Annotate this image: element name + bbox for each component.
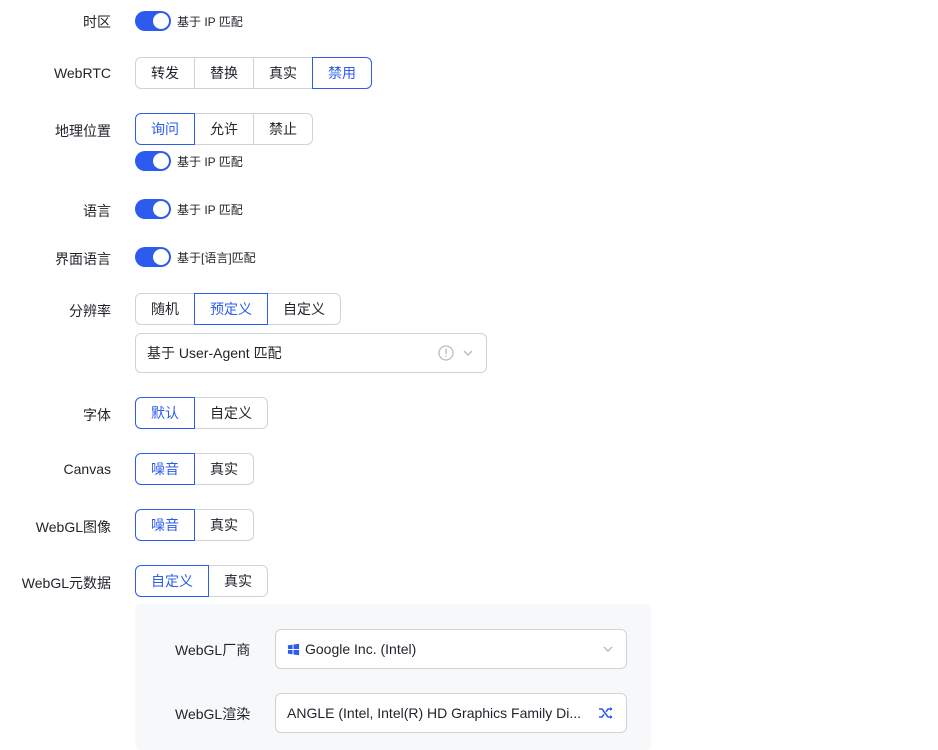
resolution-option-preset[interactable]: 预定义 — [194, 293, 268, 325]
webgl-image-row: WebGL图像 噪音 真实 — [0, 509, 938, 541]
canvas-option-noise[interactable]: 噪音 — [135, 453, 195, 485]
canvas-option-real[interactable]: 真实 — [194, 453, 254, 485]
resolution-select[interactable]: 基于 User-Agent 匹配 — [135, 333, 487, 373]
canvas-segmented: 噪音 真实 — [135, 453, 254, 485]
geolocation-label: 地理位置 — [55, 123, 111, 139]
ui-language-toggle[interactable] — [135, 247, 171, 267]
fonts-option-custom[interactable]: 自定义 — [194, 397, 268, 429]
timezone-toggle-text: 基于 IP 匹配 — [177, 14, 243, 29]
geolocation-toggle-text: 基于 IP 匹配 — [177, 154, 243, 169]
fingerprint-settings-form: 时区 基于 IP 匹配 WebRTC 转发 替换 真实 禁用 地理位置 询问 允… — [0, 0, 938, 750]
fonts-label: 字体 — [83, 407, 111, 423]
language-row: 语言 基于 IP 匹配 — [0, 199, 938, 221]
webgl-image-label: WebGL图像 — [35, 519, 111, 535]
webgl-vendor-value: Google Inc. (Intel) — [305, 641, 417, 657]
webgl-meta-option-custom[interactable]: 自定义 — [135, 565, 209, 597]
webrtc-row: WebRTC 转发 替换 真实 禁用 — [0, 57, 938, 89]
geolocation-row: 地理位置 询问 允许 禁止 基于 IP 匹配 — [0, 113, 938, 173]
shuffle-icon[interactable] — [598, 705, 614, 721]
fonts-option-default[interactable]: 默认 — [135, 397, 195, 429]
language-toggle-text: 基于 IP 匹配 — [177, 202, 243, 217]
webgl-meta-option-real[interactable]: 真实 — [208, 565, 268, 597]
webrtc-option-replace[interactable]: 替换 — [194, 57, 254, 89]
webgl-vendor-select[interactable]: Google Inc. (Intel) — [275, 629, 627, 669]
fonts-row: 字体 默认 自定义 — [0, 397, 938, 429]
resolution-option-custom[interactable]: 自定义 — [267, 293, 341, 325]
webrtc-option-disabled[interactable]: 禁用 — [312, 57, 372, 89]
resolution-row: 分辨率 随机 预定义 自定义 基于 User-Agent 匹配 — [0, 293, 938, 373]
geolocation-option-allow[interactable]: 允许 — [194, 113, 254, 145]
geolocation-option-ask[interactable]: 询问 — [135, 113, 195, 145]
webgl-vendor-label: WebGL厂商 — [175, 642, 251, 658]
timezone-row: 时区 基于 IP 匹配 — [0, 10, 938, 32]
windows-icon — [287, 643, 300, 655]
resolution-select-value: 基于 User-Agent 匹配 — [147, 345, 282, 361]
resolution-option-random[interactable]: 随机 — [135, 293, 195, 325]
info-icon[interactable] — [438, 345, 454, 361]
geolocation-segmented: 询问 允许 禁止 — [135, 113, 313, 145]
timezone-toggle[interactable] — [135, 11, 171, 31]
geolocation-toggle[interactable] — [135, 151, 171, 171]
webgl-image-option-real[interactable]: 真实 — [194, 509, 254, 541]
webgl-renderer-label: WebGL渲染 — [175, 706, 251, 722]
chevron-down-icon — [603, 646, 613, 652]
ui-language-row: 界面语言 基于[语言]匹配 — [0, 247, 938, 269]
ui-language-label: 界面语言 — [55, 251, 111, 267]
webgl-meta-row: WebGL元数据 自定义 真实 — [0, 565, 938, 597]
timezone-label: 时区 — [83, 14, 111, 30]
canvas-label: Canvas — [63, 461, 111, 477]
webrtc-segmented: 转发 替换 真实 禁用 — [135, 57, 372, 89]
webrtc-label: WebRTC — [53, 65, 111, 81]
webgl-meta-panel: WebGL厂商 Google Inc. (Intel) WebGL渲染 ANGL… — [135, 604, 651, 750]
webgl-meta-segmented: 自定义 真实 — [135, 565, 268, 597]
webrtc-option-forward[interactable]: 转发 — [135, 57, 195, 89]
fonts-segmented: 默认 自定义 — [135, 397, 268, 429]
canvas-row: Canvas 噪音 真实 — [0, 453, 938, 485]
webgl-renderer-value: ANGLE (Intel, Intel(R) HD Graphics Famil… — [287, 705, 582, 721]
resolution-segmented: 随机 预定义 自定义 — [135, 293, 341, 325]
webgl-image-option-noise[interactable]: 噪音 — [135, 509, 195, 541]
language-toggle[interactable] — [135, 199, 171, 219]
ui-language-toggle-text: 基于[语言]匹配 — [177, 250, 256, 265]
webgl-renderer-select[interactable]: ANGLE (Intel, Intel(R) HD Graphics Famil… — [275, 693, 627, 733]
webgl-image-segmented: 噪音 真实 — [135, 509, 254, 541]
chevron-down-icon — [463, 350, 473, 356]
language-label: 语言 — [83, 203, 111, 219]
webgl-meta-label: WebGL元数据 — [21, 575, 111, 591]
resolution-label: 分辨率 — [69, 303, 111, 319]
webrtc-option-real[interactable]: 真实 — [253, 57, 313, 89]
geolocation-option-block[interactable]: 禁止 — [253, 113, 313, 145]
